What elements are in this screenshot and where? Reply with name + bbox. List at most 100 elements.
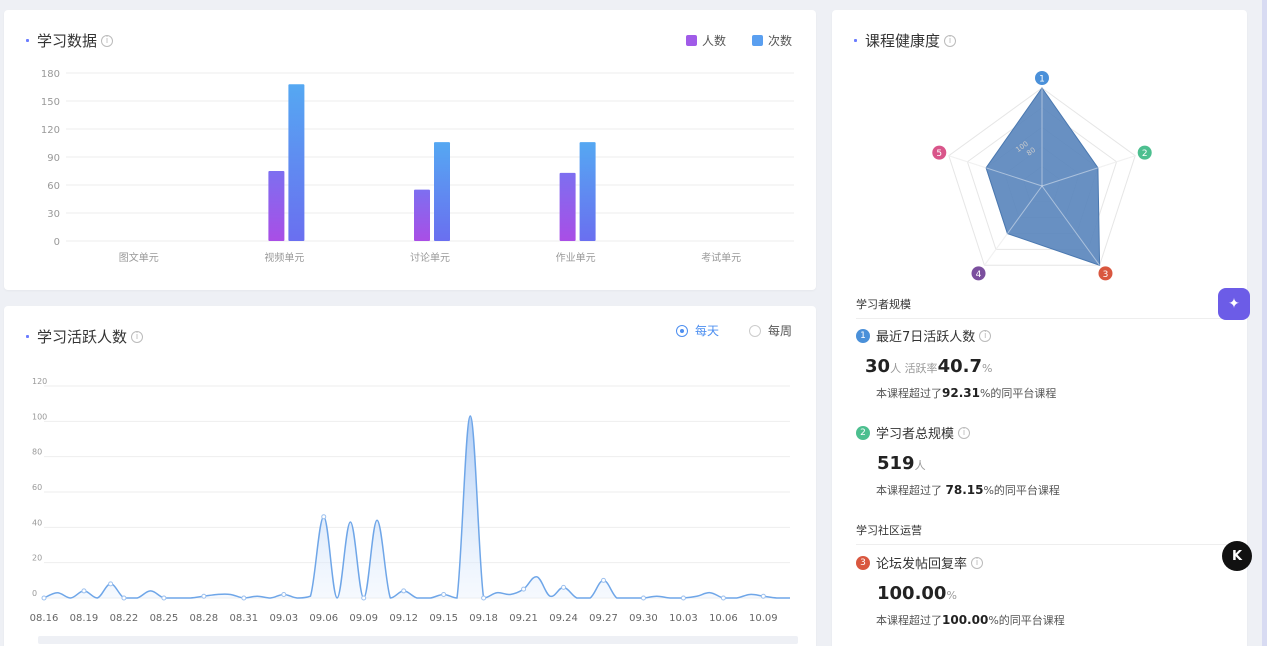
metric-active-7d-title: 1 最近7日活跃人数 i xyxy=(856,326,992,345)
zoom-slider-track[interactable] xyxy=(38,636,798,644)
line-point[interactable] xyxy=(108,581,114,587)
line-point[interactable] xyxy=(640,595,646,601)
metric-reply-label: 论坛发帖回复率 xyxy=(876,557,968,572)
bar-次数[interactable] xyxy=(288,84,305,241)
desc-prefix: 本课程超过了 xyxy=(876,387,942,400)
k-widget-button[interactable]: K xyxy=(1222,541,1252,571)
line-xtick-label: 08.25 xyxy=(150,613,179,624)
bar-category-label: 视频单元 xyxy=(264,251,304,264)
bar-人数[interactable] xyxy=(559,172,576,241)
bar-人数[interactable] xyxy=(268,171,285,241)
line-point[interactable] xyxy=(201,593,207,599)
metric-active-7d-desc: 本课程超过了92.31%的同平台课程 xyxy=(876,385,1056,401)
line-xtick-label: 09.09 xyxy=(349,613,378,624)
line-point[interactable] xyxy=(401,588,407,594)
line-ytick-label: 60 xyxy=(32,483,42,492)
line-xtick-label: 08.16 xyxy=(30,613,59,624)
bar-次数[interactable] xyxy=(579,142,596,241)
active-rate-value: 40.7 xyxy=(937,356,982,377)
desc-value: 100.00 xyxy=(942,613,989,627)
total-count: 519 xyxy=(877,453,915,474)
line-ytick-label: 20 xyxy=(32,554,42,563)
badge-3: 3 xyxy=(856,555,870,570)
metric-total-label: 学习者总规模 xyxy=(876,427,955,442)
line-xtick-label: 09.21 xyxy=(509,613,538,624)
line-point[interactable] xyxy=(720,595,726,601)
radar-vertex-label: 1 xyxy=(1039,75,1045,85)
reply-rate-unit: % xyxy=(946,589,957,602)
line-point[interactable] xyxy=(241,595,247,601)
line-point[interactable] xyxy=(601,577,606,583)
metric-reply-desc: 本课程超过了100.00%的同平台课程 xyxy=(876,612,1065,628)
line-point[interactable] xyxy=(121,595,127,601)
bar-category-label: 图文单元 xyxy=(119,251,159,264)
desc-suffix: %的同平台课程 xyxy=(979,387,1057,400)
line-point[interactable] xyxy=(521,586,527,592)
bar-人数[interactable] xyxy=(414,189,430,241)
active-7d-unit: 人 xyxy=(890,362,902,375)
radar-chart: 1008012345 xyxy=(932,71,1152,281)
line-point[interactable] xyxy=(161,595,167,601)
metric-reply-title: 3 论坛发帖回复率 i xyxy=(856,553,984,572)
line-chart: 0 20 40 60 80 100 120 08.16 08.19 08.22 08.25 08.28… xyxy=(30,377,790,624)
line-ytick-label: 100 xyxy=(32,412,47,421)
section-learner-scale: 学习者规模 xyxy=(856,296,1236,319)
bar-ytick-label: 150 xyxy=(41,97,60,108)
metric-active-7d-value: 30人 活跃率40.7% xyxy=(865,356,992,377)
line-point[interactable] xyxy=(41,595,47,601)
bar-ytick-label: 30 xyxy=(47,209,60,220)
line-xtick-label: 08.19 xyxy=(70,613,99,624)
line-point[interactable] xyxy=(441,591,447,597)
bar-ytick-label: 120 xyxy=(41,125,60,136)
line-point[interactable] xyxy=(281,591,287,597)
learning-data-card: 学习数据 i 人数 次数 0 30 60 90 120 150 180 图文单元 视频单元 讨论单… xyxy=(4,10,816,290)
bar-次数[interactable] xyxy=(434,142,450,241)
section-community: 学习社区运营 xyxy=(856,522,1236,545)
metric-total-value: 519人 xyxy=(877,453,926,474)
line-xtick-label: 10.06 xyxy=(709,613,738,624)
desc-prefix: 本课程超过了 xyxy=(876,614,942,627)
desc-suffix: %的同平台课程 xyxy=(983,484,1060,497)
metric-total-desc: 本课程超过了 78.15%的同平台课程 xyxy=(876,482,1060,498)
radar-vertex-label: 3 xyxy=(1103,270,1109,280)
line-xtick-label: 09.12 xyxy=(389,613,418,624)
active-7d-count: 30 xyxy=(865,356,891,377)
line-xtick-label: 08.22 xyxy=(110,613,139,624)
desc-value: 92.31 xyxy=(942,386,980,400)
line-point[interactable] xyxy=(481,595,487,601)
bar-category-label: 考试单元 xyxy=(701,251,741,264)
line-series xyxy=(43,415,790,599)
line-point[interactable] xyxy=(561,584,567,590)
desc-prefix: 本课程超过了 xyxy=(876,484,946,497)
line-point[interactable] xyxy=(361,595,367,601)
line-xtick-label: 09.27 xyxy=(589,613,618,624)
line-ytick-label: 40 xyxy=(32,518,42,527)
active-users-card: 学习活跃人数 i 每天 每周 0 20 40 60 80 100 120 08.16 08.19… xyxy=(4,306,816,646)
line-xtick-label: 08.28 xyxy=(190,613,219,624)
info-icon[interactable]: i xyxy=(958,426,971,439)
line-point[interactable] xyxy=(81,588,87,594)
line-ytick-label: 120 xyxy=(32,377,47,386)
total-unit: 人 xyxy=(914,459,926,472)
bar-ytick-label: 60 xyxy=(47,181,60,192)
radar-vertex-label: 5 xyxy=(936,149,942,159)
info-icon[interactable]: i xyxy=(979,329,992,342)
line-point[interactable] xyxy=(680,595,686,601)
right-edge-bar xyxy=(1262,0,1267,646)
bar-ytick-label: 90 xyxy=(47,153,60,164)
metric-total-title: 2 学习者总规模 i xyxy=(856,423,971,442)
line-xtick-label: 09.15 xyxy=(429,613,458,624)
line-xtick-label: 09.18 xyxy=(469,613,498,624)
info-icon[interactable]: i xyxy=(971,556,984,569)
line-xtick-label: 09.06 xyxy=(309,613,338,624)
line-xtick-label: 09.24 xyxy=(549,613,578,624)
ai-assistant-button[interactable]: ✦ xyxy=(1218,288,1250,320)
line-xtick-label: 10.09 xyxy=(749,613,778,624)
reply-rate-value: 100.00 xyxy=(877,583,947,604)
course-health-card: 课程健康度 i 100 80 1 2 3 4 5 学习者规模 1 最近7日活跃人数 i 30… xyxy=(832,10,1247,646)
bar-category-label: 讨论单元 xyxy=(410,251,450,264)
line-xtick-label: 08.31 xyxy=(230,613,259,624)
line-xtick-label: 09.03 xyxy=(269,613,298,624)
line-point[interactable] xyxy=(321,514,327,520)
line-point[interactable] xyxy=(760,593,766,599)
